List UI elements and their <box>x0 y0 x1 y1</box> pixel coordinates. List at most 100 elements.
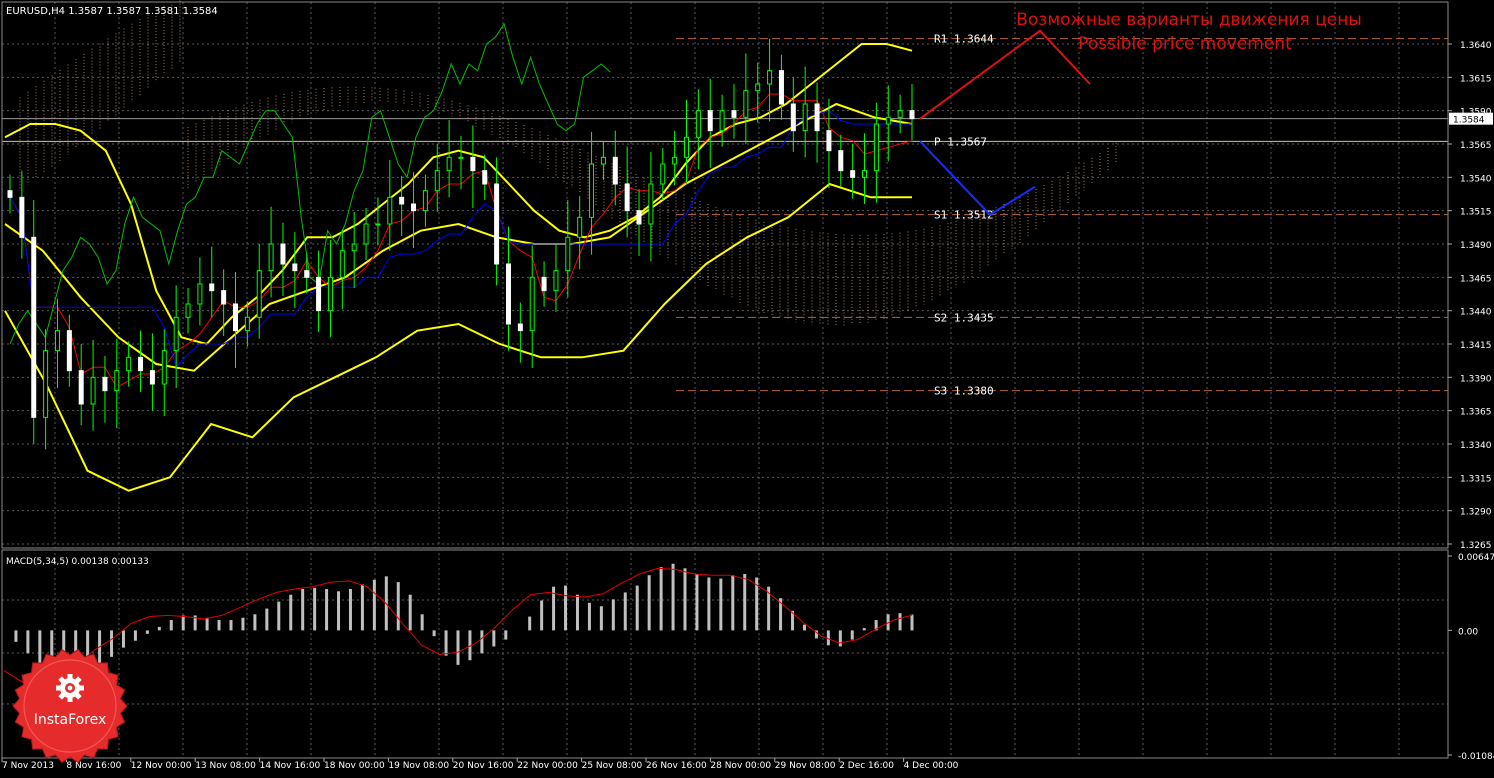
x-tick-label: 28 Nov 00:00 <box>710 761 771 771</box>
x-tick-label: 14 Nov 16:00 <box>260 761 321 771</box>
y-tick-label: 1.3565 <box>1460 141 1492 151</box>
y-tick-label: 1.3290 <box>1460 508 1492 518</box>
y-tick-label: 1.3615 <box>1460 74 1492 84</box>
y-tick-label: 1.3415 <box>1460 341 1492 351</box>
candle-bull <box>327 276 333 312</box>
candle-bull <box>802 103 808 132</box>
candle-bull <box>529 276 535 332</box>
candle-bull <box>695 110 701 138</box>
x-tick-label: 12 Nov 00:00 <box>131 761 192 771</box>
y-tick-label: 1.3540 <box>1460 174 1492 184</box>
candle-bear <box>233 303 238 332</box>
candle-bear <box>316 276 322 312</box>
candle-bull <box>54 330 60 352</box>
candle-bull <box>589 163 595 218</box>
candle-bull <box>684 136 689 158</box>
candle-bull <box>375 223 381 226</box>
level-label-S1: S1 1.3512 <box>934 209 994 222</box>
forecast-down-path <box>919 140 1036 216</box>
candle-bear <box>814 103 820 132</box>
candle-bull <box>126 356 132 372</box>
candle-bull <box>873 123 879 172</box>
y-tick-label: 1.3640 <box>1460 41 1492 51</box>
x-tick-label: 26 Nov 16:00 <box>646 761 707 771</box>
candle-bull <box>565 236 571 272</box>
x-tick-label: 29 Nov 08:00 <box>775 761 836 771</box>
annotation-en: Possible price movement <box>1078 34 1292 54</box>
logo-text: InstaForex <box>34 712 107 728</box>
annotation-ru: Возможные варианты движения цены <box>1016 10 1362 30</box>
candle-bear <box>707 110 713 132</box>
y-tick-label: 1.3440 <box>1460 308 1492 318</box>
y-tick-label: 1.3515 <box>1460 208 1492 218</box>
y-tick-label: 1.3490 <box>1460 241 1492 251</box>
candle-bear <box>399 196 405 205</box>
candle-bull <box>660 163 666 185</box>
candle-bull <box>90 376 96 405</box>
level-label-S3: S3 1.3380 <box>934 385 994 398</box>
level-label-S2: S2 1.3435 <box>934 311 994 324</box>
candle-bear <box>280 243 286 265</box>
x-tick-label: 19 Nov 08:00 <box>388 761 449 771</box>
candle-bear <box>221 290 227 305</box>
candle-bull <box>422 190 428 212</box>
gear-badge-icon: InstaForex <box>12 648 128 764</box>
candle-bear <box>19 196 25 238</box>
candle-bear <box>482 170 488 185</box>
current-price-label: 1.3584 <box>1453 116 1485 126</box>
chikou-line <box>9 22 611 345</box>
candle-bear <box>304 270 310 278</box>
macd-signal-line <box>3 567 913 687</box>
candle-bull <box>600 156 606 165</box>
candle-bull <box>387 196 393 225</box>
candle-bear <box>731 110 737 118</box>
x-tick-label: 2 Dec 16:00 <box>839 761 894 771</box>
candle-bull <box>434 170 440 192</box>
candle-bull <box>351 243 357 252</box>
main-chart-title: EURUSD,H4 1.3587 1.3587 1.3581 1.3584 <box>6 6 218 17</box>
candle-bear <box>909 110 915 120</box>
candle-bull <box>862 170 868 178</box>
candle-bear <box>7 190 13 198</box>
level-label-P: P 1.3567 <box>934 135 987 148</box>
candle-bull <box>185 303 191 318</box>
level-label-R1: R1 1.3644 <box>934 33 994 46</box>
price-panel-frame <box>1 1 1449 549</box>
x-tick-label: 20 Nov 16:00 <box>453 761 514 771</box>
candle-bull <box>719 110 725 132</box>
x-tick-label: 18 Nov 00:00 <box>324 761 385 771</box>
grid <box>2 2 1448 758</box>
candle-bear <box>517 323 523 332</box>
candle-bear <box>470 156 476 172</box>
macd-y-tick-label: 0.00647 <box>1458 553 1494 563</box>
y-tick-label: 1.3265 <box>1460 541 1492 551</box>
candle-bear <box>826 130 832 152</box>
candle-bear <box>778 70 784 105</box>
candle-bear <box>541 276 547 292</box>
trading-chart: R1 1.3644 P 1.3567 S1 1.3512 S2 1.3435 S3 1.… <box>0 0 1494 774</box>
candle-bear <box>292 263 298 272</box>
candle-bear <box>149 370 155 385</box>
candle-bear <box>636 210 642 225</box>
candle-bear <box>66 330 72 372</box>
candle-bull <box>173 316 179 352</box>
y-tick-label: 1.3465 <box>1460 274 1492 284</box>
candle-bull <box>446 156 452 172</box>
candle-bear <box>411 203 417 212</box>
x-tick-label: 25 Nov 08:00 <box>582 761 643 771</box>
candle-bear <box>78 370 84 405</box>
indicator-lines <box>4 22 913 492</box>
candle-bull <box>161 350 167 385</box>
candle-bull <box>672 156 678 165</box>
y-tick-label: 1.3365 <box>1460 408 1492 418</box>
candle-bear <box>790 103 796 132</box>
candle-bull <box>458 156 464 159</box>
x-tick-label: 13 Nov 08:00 <box>195 761 256 771</box>
instaforex-logo: InstaForex <box>12 648 128 764</box>
candle-bull <box>244 316 250 332</box>
candle-bull <box>43 350 49 418</box>
macd-y-tick-label: 0.00 <box>1458 627 1478 637</box>
candle-bull <box>897 110 903 118</box>
macd-panel <box>3 563 914 687</box>
y-tick-label: 1.3340 <box>1460 441 1492 451</box>
